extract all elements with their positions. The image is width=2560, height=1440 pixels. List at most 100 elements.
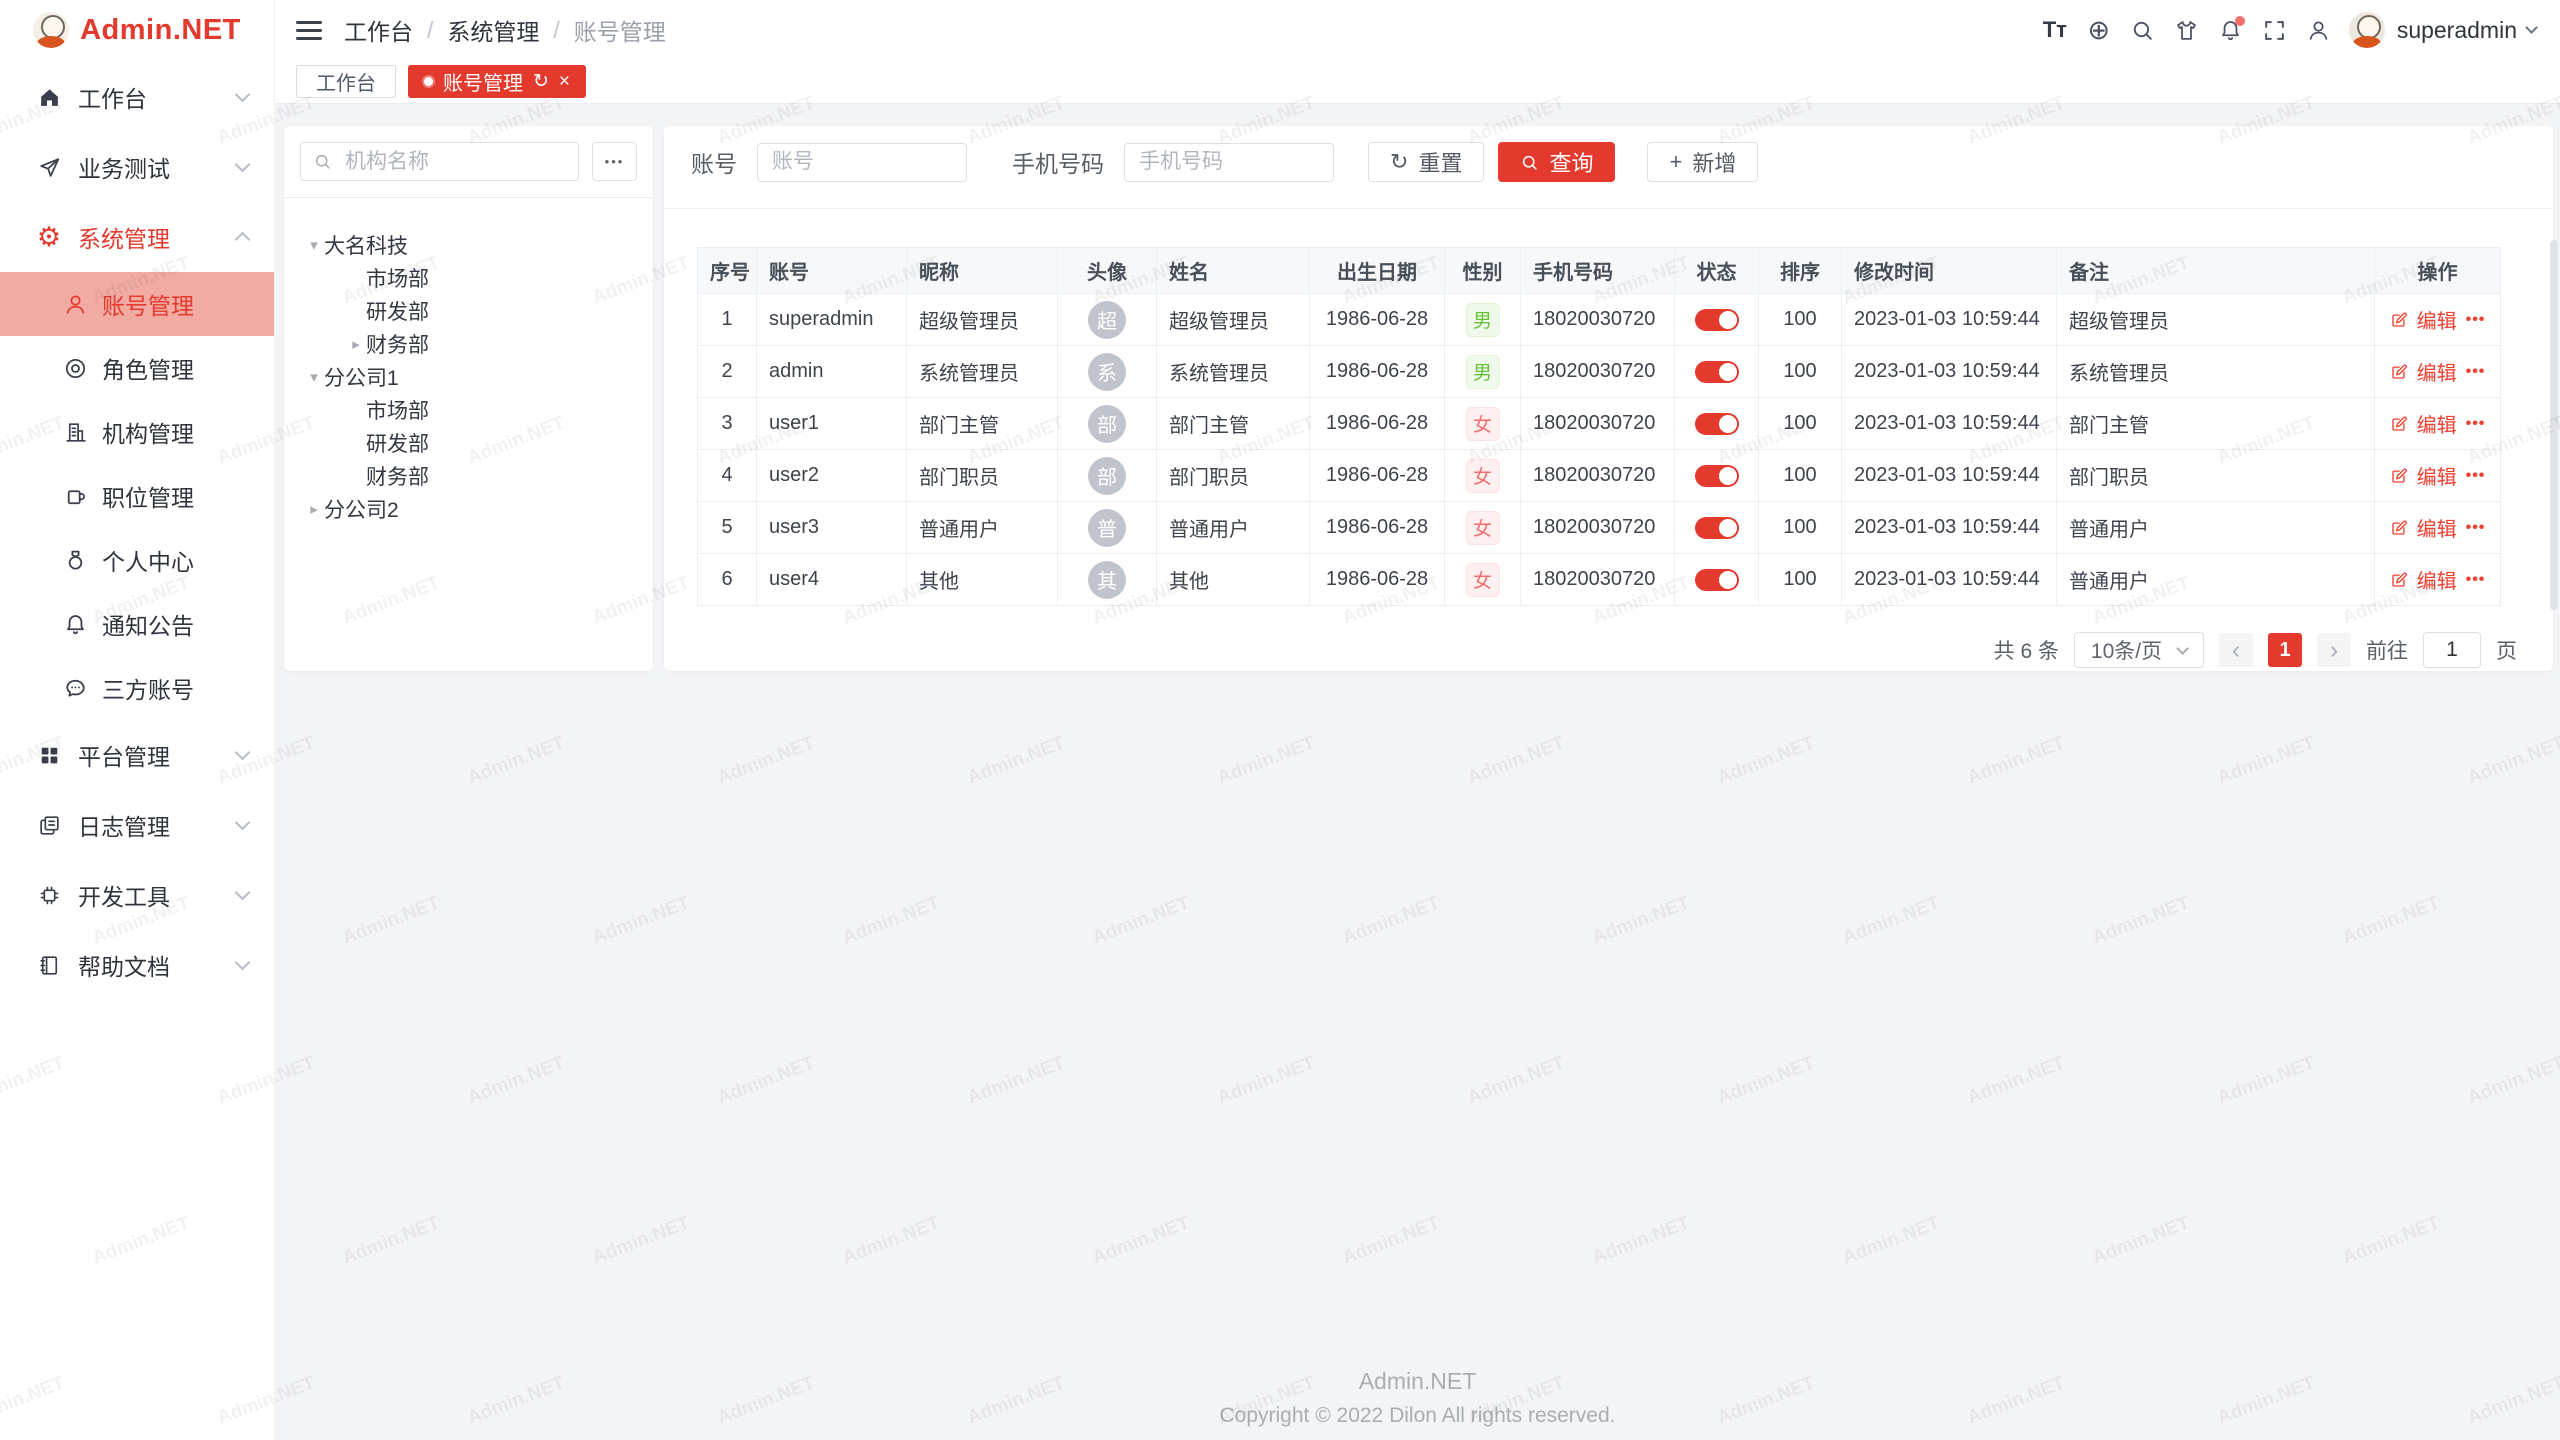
edit-icon[interactable] [2390,311,2408,329]
current-page-button[interactable]: 1 [2268,633,2302,667]
collapse-menu-icon[interactable] [296,21,322,40]
page-size-select[interactable]: 10条/页 [2074,632,2204,668]
chevron-down-icon [235,885,251,901]
user-avatar[interactable] [2349,12,2385,48]
total-count: 共 6 条 [1994,635,2059,665]
logo-monk-icon [33,12,69,48]
caret-down-icon[interactable]: ▾ [304,236,324,254]
chevron-down-icon[interactable] [2525,21,2538,34]
notification-bell-icon[interactable] [2209,10,2253,50]
status-toggle[interactable] [1695,309,1739,331]
breadcrumb-item-current: 账号管理 [574,13,666,47]
edit-link[interactable]: 编辑 [2417,409,2457,438]
goto-page-input[interactable] [2423,632,2481,668]
tree-node[interactable]: ▸财务部 [300,327,637,360]
sidebar-item-org-management[interactable]: 机构管理 [0,400,274,464]
reset-button[interactable]: ↻ 重置 [1368,142,1484,182]
person-icon[interactable] [2297,10,2341,50]
sidebar-item-profile-center[interactable]: 个人中心 [0,528,274,592]
status-toggle[interactable] [1695,465,1739,487]
more-actions-icon[interactable]: ••• [2466,467,2486,485]
org-tree: ▾大名科技 市场部 研发部 ▸财务部 ▾分公司1 市场部 研发部 财务部 ▸分公… [300,228,637,525]
tree-more-button[interactable]: ••• [592,142,637,181]
status-toggle[interactable] [1695,569,1739,591]
breadcrumb-item[interactable]: 系统管理 [447,13,539,47]
caret-right-icon[interactable]: ▸ [346,335,366,353]
caret-right-icon[interactable]: ▸ [304,500,324,518]
font-size-icon[interactable]: Tт [2033,10,2077,50]
avatar: 普 [1088,509,1126,547]
status-toggle[interactable] [1695,361,1739,383]
edit-link[interactable]: 编辑 [2417,357,2457,386]
edit-link[interactable]: 编辑 [2417,513,2457,542]
table-header-row: 序号 账号 昵称 头像 姓名 出生日期 性别 手机号码 状态 排序 修改时间 备… [698,248,2501,294]
breadcrumb-item[interactable]: 工作台 [344,13,413,47]
sidebar-item-account-management[interactable]: 账号管理 [0,272,274,336]
fullscreen-icon[interactable] [2253,10,2297,50]
more-actions-icon[interactable]: ••• [2466,519,2486,537]
more-actions-icon[interactable]: ••• [2466,363,2486,381]
language-icon[interactable]: ⊕ [2077,10,2121,50]
add-button[interactable]: + 新增 [1647,142,1758,182]
logo-text: Admin.NET [80,14,241,47]
tree-node[interactable]: 市场部 [300,261,637,294]
gender-badge: 女 [1466,407,1500,441]
sidebar-item-role-management[interactable]: 角色管理 [0,336,274,400]
tree-node[interactable]: 研发部 [300,426,637,459]
theme-icon[interactable] [2165,10,2209,50]
caret-down-icon[interactable]: ▾ [304,368,324,386]
edit-icon[interactable] [2390,363,2408,381]
page-unit-label: 页 [2496,635,2517,665]
sidebar-item-system-management[interactable]: ⚙ 系统管理 [0,202,274,272]
tab-account-management[interactable]: 账号管理 ↻ × [408,65,586,98]
edit-icon[interactable] [2390,519,2408,537]
next-page-button[interactable]: › [2317,633,2351,667]
phone-input[interactable] [1124,143,1334,182]
sidebar-item-help-docs[interactable]: 帮助文档 [0,930,274,1000]
edit-icon[interactable] [2390,415,2408,433]
tree-node[interactable]: ▾大名科技 [300,228,637,261]
sidebar-item-position-management[interactable]: 职位管理 [0,464,274,528]
table-row: 5 user3 普通用户 普 普通用户 1986-06-28 女 1802003… [698,502,2501,554]
sidebar-item-third-party-account[interactable]: 三方账号 [0,656,274,720]
more-actions-icon[interactable]: ••• [2466,571,2486,589]
more-actions-icon[interactable]: ••• [2466,415,2486,433]
tree-node[interactable]: 研发部 [300,294,637,327]
pagination: 共 6 条 10条/页 ‹ 1 › 前往 页 [664,632,2517,668]
tab-workbench[interactable]: 工作台 [296,65,396,98]
query-button[interactable]: 查询 [1498,142,1615,182]
edit-link[interactable]: 编辑 [2417,461,2457,490]
edit-icon[interactable] [2390,571,2408,589]
sidebar-item-notice[interactable]: 通知公告 [0,592,274,656]
sidebar-item-platform-management[interactable]: 平台管理 [0,720,274,790]
more-actions-icon[interactable]: ••• [2466,311,2486,329]
gender-badge: 男 [1466,355,1500,389]
search-icon[interactable] [2121,10,2165,50]
refresh-icon[interactable]: ↻ [533,72,549,91]
edit-link[interactable]: 编辑 [2417,565,2457,594]
tree-node[interactable]: 财务部 [300,459,637,492]
table-row: 1 superadmin 超级管理员 超 超级管理员 1986-06-28 男 … [698,294,2501,346]
edit-icon[interactable] [2390,467,2408,485]
tree-node[interactable]: ▾分公司1 [300,360,637,393]
app-logo[interactable]: Admin.NET [0,0,274,60]
tree-node[interactable]: 市场部 [300,393,637,426]
prev-page-button[interactable]: ‹ [2219,633,2253,667]
sidebar-item-log-management[interactable]: 日志管理 [0,790,274,860]
sidebar-item-workbench[interactable]: 工作台 [0,62,274,132]
scrollbar-thumb[interactable] [2550,240,2558,610]
org-search-input[interactable] [300,142,579,181]
chevron-down-icon [2176,642,2189,655]
status-toggle[interactable] [1695,517,1739,539]
search-icon [313,152,332,171]
tabbar: 工作台 账号管理 ↻ × [275,60,2560,104]
breadcrumb-separator: / [553,17,559,44]
username[interactable]: superadmin [2397,17,2517,44]
tree-node[interactable]: ▸分公司2 [300,492,637,525]
close-icon[interactable]: × [559,72,570,91]
sidebar-item-dev-tools[interactable]: 开发工具 [0,860,274,930]
edit-link[interactable]: 编辑 [2417,305,2457,334]
account-input[interactable] [757,143,967,182]
sidebar-item-business-test[interactable]: 业务测试 [0,132,274,202]
status-toggle[interactable] [1695,413,1739,435]
